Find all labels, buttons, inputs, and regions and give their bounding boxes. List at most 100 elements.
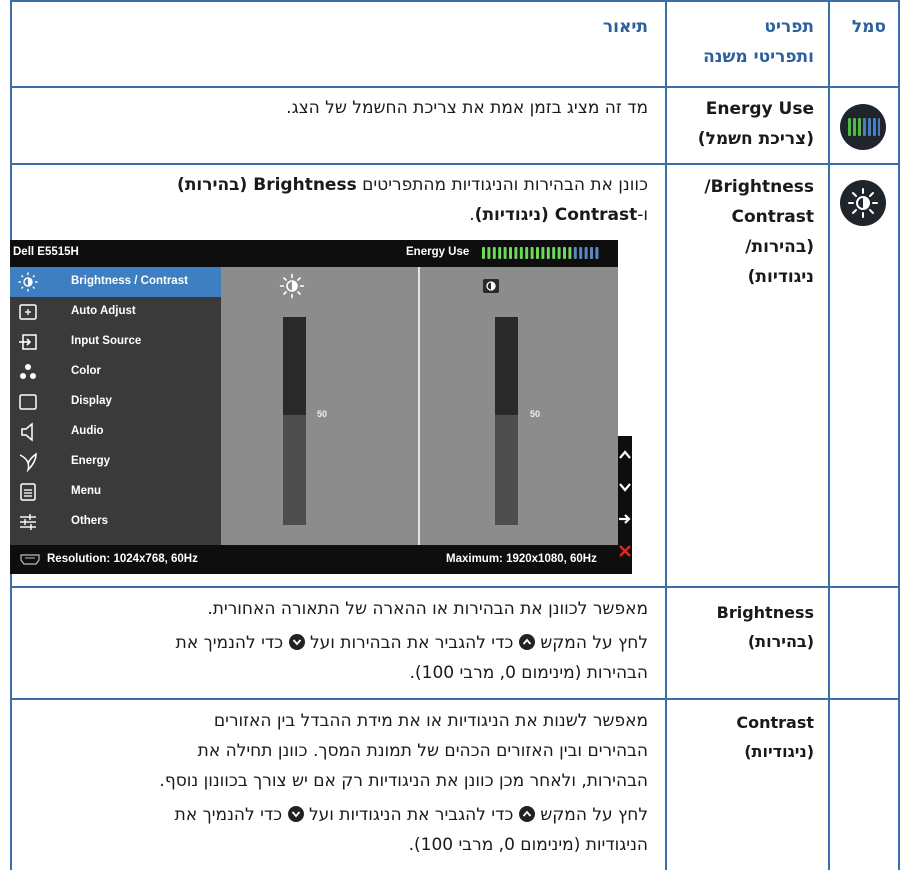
speaker-icon xyxy=(21,422,33,442)
term-contrast-en: Contrast xyxy=(736,713,814,732)
term-bc-line1: Brightness/ xyxy=(704,177,814,197)
osd-menu-item-label: Display xyxy=(71,395,112,407)
table-border-top xyxy=(10,0,900,2)
osd-menu-item-label: Menu xyxy=(71,485,102,497)
desc-contrast-line: הבהירים ובין האזורים הכהים של תמונת המסך… xyxy=(197,741,648,761)
menu-brightness-contrast: Brightness/ Contrast (בהירות/ ניגודיות) xyxy=(668,172,814,292)
osd-resolution: Resolution: 1024x768, 60Hz xyxy=(47,553,198,565)
down-key-icon xyxy=(287,806,304,822)
hdmi-connector-icon xyxy=(20,554,40,565)
energy-meter-segment xyxy=(595,247,599,259)
desc-text: כדי להגביר את הניגודיות ועל xyxy=(308,805,514,825)
energy-meter-segment xyxy=(557,247,561,259)
energy-meter-segment xyxy=(584,247,588,259)
input-source-icon xyxy=(19,334,37,350)
energy-meter-segment xyxy=(563,247,566,259)
desc-text: כדי להנמיך את xyxy=(174,805,283,825)
energy-meter-segment xyxy=(492,247,496,259)
menu-brightness: Brightness (בהירות) xyxy=(668,598,814,656)
osd-menu-item-label: Audio xyxy=(71,425,104,437)
energy-meter-segment xyxy=(568,247,572,259)
term-energy-he: (צריכת חשמל) xyxy=(697,129,814,149)
energy-meter-segment xyxy=(525,247,529,259)
energy-meter-icon xyxy=(840,104,886,150)
osd-title-bar: Dell E5515H Energy Use xyxy=(10,240,618,267)
auto-adjust-icon xyxy=(19,304,37,320)
row-divider xyxy=(10,163,900,165)
osd-menu-item[interactable]: Input Source xyxy=(10,327,221,357)
close-icon[interactable] xyxy=(618,544,632,558)
term-energy-en: Energy Use xyxy=(705,99,814,119)
energy-meter-segment xyxy=(519,247,523,259)
energy-meter-segment xyxy=(498,247,502,259)
osd-screenshot: Dell E5515H Energy Use Brightness / Cont… xyxy=(10,240,632,574)
osd-nav-buttons xyxy=(618,436,632,574)
osd-menu-item-label: Energy xyxy=(71,455,110,467)
header-icon-column: סמל xyxy=(851,17,886,37)
term-bc-line3: (בהירות/ xyxy=(745,237,814,257)
column-divider-desc xyxy=(665,0,667,870)
energy-meter-segment xyxy=(552,247,556,259)
energy-meter-segment xyxy=(573,247,577,259)
desc-text: לחץ על המקש xyxy=(540,805,648,825)
osd-menu-item[interactable]: Brightness / Contrast xyxy=(10,267,221,297)
osd-menu-item-label: Auto Adjust xyxy=(71,305,136,317)
osd-menu-item[interactable]: Energy xyxy=(10,447,221,477)
desc-text: כדי להנמיך את xyxy=(175,633,284,653)
osd-menu-item[interactable]: Menu xyxy=(10,477,221,507)
right-arrow-icon[interactable] xyxy=(618,512,632,526)
desc-text: לחץ על המקש xyxy=(540,633,648,653)
brightness-slider-level xyxy=(283,317,306,415)
energy-meter-segment xyxy=(509,247,512,259)
desc-bc-text: כוונן את הבהירות והניגודיות מהתפריטים xyxy=(356,175,648,195)
energy-meter-segment xyxy=(530,247,534,259)
energy-meter-segment xyxy=(536,247,539,259)
row-divider xyxy=(10,698,900,700)
term-bc-line4: ניגודיות) xyxy=(747,267,814,287)
osd-menu-item-label: Input Source xyxy=(71,335,142,347)
osd-menu-item-label: Color xyxy=(71,365,102,377)
energy-meter-segment xyxy=(514,247,518,259)
brightness-panel-sun-icon xyxy=(279,273,305,299)
desc-energy-use: מד זה מציג בזמן אמת את צריכת החשמל של הצ… xyxy=(286,98,648,118)
desc-bc-bold-contrast: Contrast (ניגודיות) xyxy=(474,205,638,225)
osd-menu-item[interactable]: Audio xyxy=(10,417,221,447)
down-arrow-icon[interactable] xyxy=(618,480,632,494)
osd-menu-item-label: Others xyxy=(71,515,109,527)
contrast-slider-level xyxy=(495,317,518,415)
osd-menu-item[interactable]: Display xyxy=(10,387,221,417)
desc-brightness-contrast: כוונן את הבהירות והניגודיות מהתפריטים Br… xyxy=(10,170,648,230)
desc-brightness: מאפשר לכוונן את הבהירות או ההארה של התאו… xyxy=(10,594,648,688)
menu-doc-icon xyxy=(20,483,36,501)
energy-meter-segment xyxy=(590,247,593,259)
osd-menu-item[interactable]: Auto Adjust xyxy=(10,297,221,327)
contrast-panel-icon xyxy=(483,279,499,293)
brightness-panel: 50 xyxy=(221,267,418,545)
osd-reference-table: סמל תפריט ותפריטי משנה תיאור Energy Use … xyxy=(10,0,900,870)
desc-brightness-range: הבהירות (מינימום 0, מרבי 100). xyxy=(409,663,648,683)
desc-contrast-line: הבהירות, ולאחר מכן כוונן את הניגודיות רק… xyxy=(159,771,648,791)
term-contrast-he: (ניגודיות) xyxy=(744,742,814,761)
energy-meter-segment xyxy=(487,247,491,259)
osd-nav-spacer xyxy=(618,240,632,436)
header-menu-line1: תפריט xyxy=(764,17,814,37)
osd-menu-list: Brightness / Contrast Auto Adjust Input So… xyxy=(10,267,221,545)
header-bottom-border xyxy=(10,86,900,88)
sun-icon xyxy=(840,180,886,226)
osd-menu-item-label: Brightness / Contrast xyxy=(71,275,188,287)
brightness-value: 50 xyxy=(317,409,328,419)
menu-contrast: Contrast (ניגודיות) xyxy=(668,708,814,766)
term-brightness-en: Brightness xyxy=(716,603,814,622)
osd-menu-item[interactable]: Color xyxy=(10,357,221,387)
osd-menu-item[interactable]: Others xyxy=(10,507,221,537)
contrast-value: 50 xyxy=(530,409,541,419)
desc-contrast: מאפשר לשנות את הניגודיות או את מידת ההבד… xyxy=(10,706,648,860)
up-arrow-icon[interactable] xyxy=(618,448,632,462)
energy-meter-segment xyxy=(546,247,550,259)
sun-icon xyxy=(18,272,38,292)
osd-maximum-resolution: Maximum: 1920x1080, 60Hz xyxy=(446,553,597,565)
energy-meter-segment xyxy=(503,247,507,259)
energy-meter-segment xyxy=(541,247,545,259)
down-key-icon xyxy=(288,634,305,650)
desc-contrast-line: מאפשר לשנות את הניגודיות או את מידת ההבד… xyxy=(213,711,648,731)
